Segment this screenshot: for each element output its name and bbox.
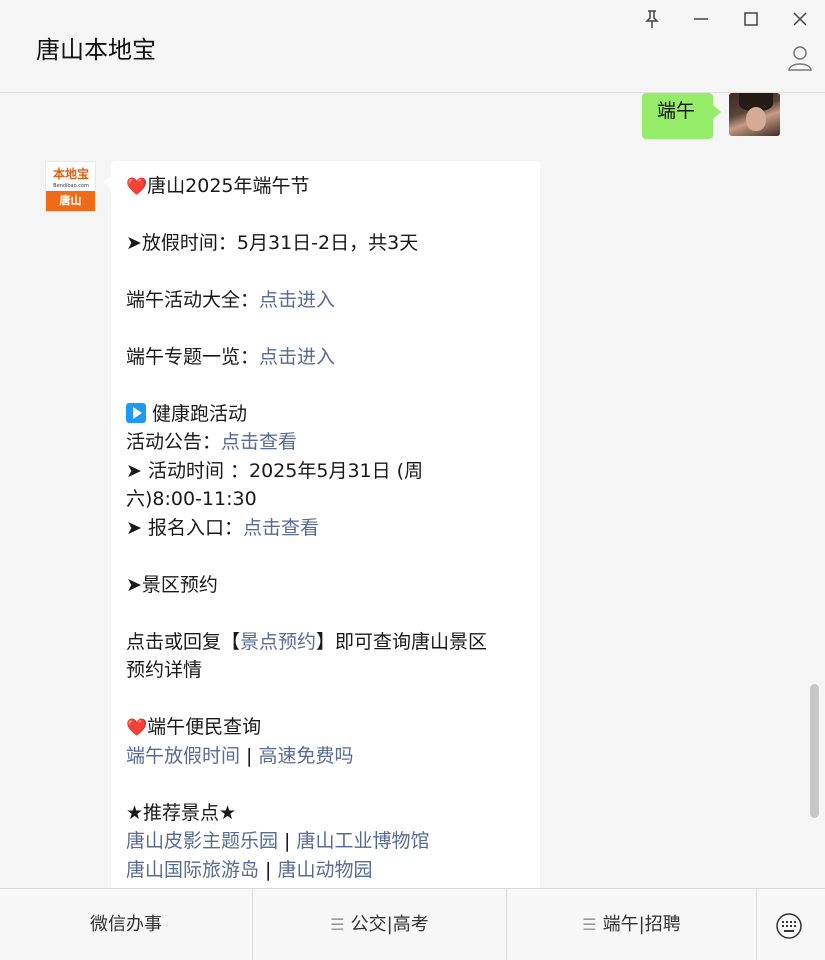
reserve-link[interactable]: 景点预约	[240, 631, 316, 653]
heart-icon: ❤️	[126, 718, 148, 738]
notice-label: 活动公告：	[126, 431, 222, 453]
spot-link-industrial-museum[interactable]: 唐山工业博物馆	[297, 830, 430, 852]
spots-line-2: 唐山国际旅游岛 | 唐山动物园	[126, 856, 373, 884]
bot-avatar[interactable]: 本地宝 Bendibao.com 唐山	[45, 161, 96, 212]
reserve-prefix: 点击或回复【	[126, 631, 241, 653]
spot-link-shadow-play-park[interactable]: 唐山皮影主题乐园	[126, 830, 278, 852]
heading-festival-text: 唐山2025年端午节	[147, 175, 310, 197]
play-icon	[126, 403, 146, 423]
menu-bus-exam-label: 公交|高考	[350, 914, 429, 935]
topics-label: 端午专题一览：	[126, 346, 260, 368]
title-bar: 唐山本地宝	[0, 0, 825, 93]
maximize-icon[interactable]	[738, 6, 764, 32]
separator: |	[278, 830, 297, 852]
activities-label: 端午活动大全：	[126, 289, 260, 311]
query-links-line: 端午放假时间 | 高速免费吗	[126, 742, 354, 770]
profile-icon[interactable]	[786, 44, 814, 72]
menu-bus-exam[interactable]: ☰ 公交|高考	[253, 889, 507, 960]
bendibao-logo-text: 本地宝	[52, 167, 89, 181]
menu-dragonboat-jobs[interactable]: ☰ 端午|招聘	[507, 889, 757, 960]
scenic-title: ➤景区预约	[126, 574, 218, 596]
reserve-line-2: 预约详情	[126, 659, 203, 681]
avatar-face	[746, 107, 766, 131]
heading-festival: ❤️唐山2025年端午节	[126, 172, 310, 201]
menu-wechat-services[interactable]: 微信办事	[0, 889, 253, 960]
spots-line-1: 唐山皮影主题乐园 | 唐山工业博物馆	[126, 827, 430, 855]
separator: |	[240, 745, 259, 767]
activities-link[interactable]: 点击进入	[259, 289, 335, 311]
reserve-line: 点击或回复【景点预约】即可查询唐山景区	[126, 628, 487, 656]
bottom-menu-bar: 微信办事 ☰ 公交|高考 ☰ 端午|招聘	[0, 888, 825, 960]
reserve-suffix: 】即可查询唐山景区	[316, 631, 488, 653]
notice-link[interactable]: 点击查看	[221, 431, 297, 453]
bot-message-bubble: ❤️唐山2025年端午节 ➤放假时间：5月31日-2日，共3天 端午活动大全：点…	[103, 161, 540, 888]
user-message-bubble[interactable]: 端午	[642, 93, 721, 139]
menu-wechat-services-label: 微信办事	[90, 914, 162, 935]
chat-scrollbar[interactable]	[810, 684, 819, 818]
time-line-1: ➤ 活动时间 ：2025年5月31日 (周	[126, 460, 424, 482]
signup-label: ➤ 报名入口：	[126, 517, 243, 539]
query-title-line: ❤️端午便民查询	[126, 713, 261, 742]
menu-dragonboat-jobs-label: 端午|招聘	[602, 914, 681, 935]
heart-icon: ❤️	[126, 177, 148, 197]
time-line-2: 六)8:00-11:30	[126, 488, 257, 510]
spot-link-tourist-island[interactable]: 唐山国际旅游岛	[126, 859, 259, 881]
signup-link[interactable]: 点击查看	[243, 517, 319, 539]
bendibao-logo-url: Bendibao.com	[53, 183, 89, 189]
menu-list-icon: ☰	[582, 915, 597, 934]
user-avatar[interactable]	[729, 93, 780, 136]
topics-link[interactable]: 点击进入	[259, 346, 335, 368]
chat-area[interactable]: 端午 本地宝 Bendibao.com 唐山 ❤️唐山2025年端午节 ➤放假时…	[0, 93, 825, 888]
holiday-text: ➤放假时间：5月31日-2日，共3天	[126, 232, 419, 254]
menu-list-icon: ☰	[330, 915, 345, 934]
recommend-title: ★推荐景点★	[126, 802, 237, 824]
activities-line: 端午活动大全：点击进入	[126, 286, 335, 314]
run-title-line: 健康跑活动	[126, 400, 247, 428]
pin-icon[interactable]	[639, 6, 665, 32]
keyboard-icon[interactable]	[757, 889, 825, 960]
spot-link-zoo[interactable]: 唐山动物园	[278, 859, 373, 881]
minimize-icon[interactable]	[688, 6, 714, 32]
run-title: 健康跑活动	[152, 403, 248, 425]
bendibao-logo-city: 唐山	[46, 191, 95, 211]
holiday-time-link[interactable]: 端午放假时间	[126, 745, 240, 767]
highway-free-link[interactable]: 高速免费吗	[259, 745, 354, 767]
separator: |	[259, 859, 278, 881]
signup-line: ➤ 报名入口：点击查看	[126, 514, 319, 542]
notice-line: 活动公告：点击查看	[126, 428, 297, 456]
topics-line: 端午专题一览：点击进入	[126, 343, 335, 371]
close-icon[interactable]	[787, 6, 813, 32]
query-title: 端午便民查询	[147, 716, 262, 738]
chat-title: 唐山本地宝	[36, 36, 156, 64]
